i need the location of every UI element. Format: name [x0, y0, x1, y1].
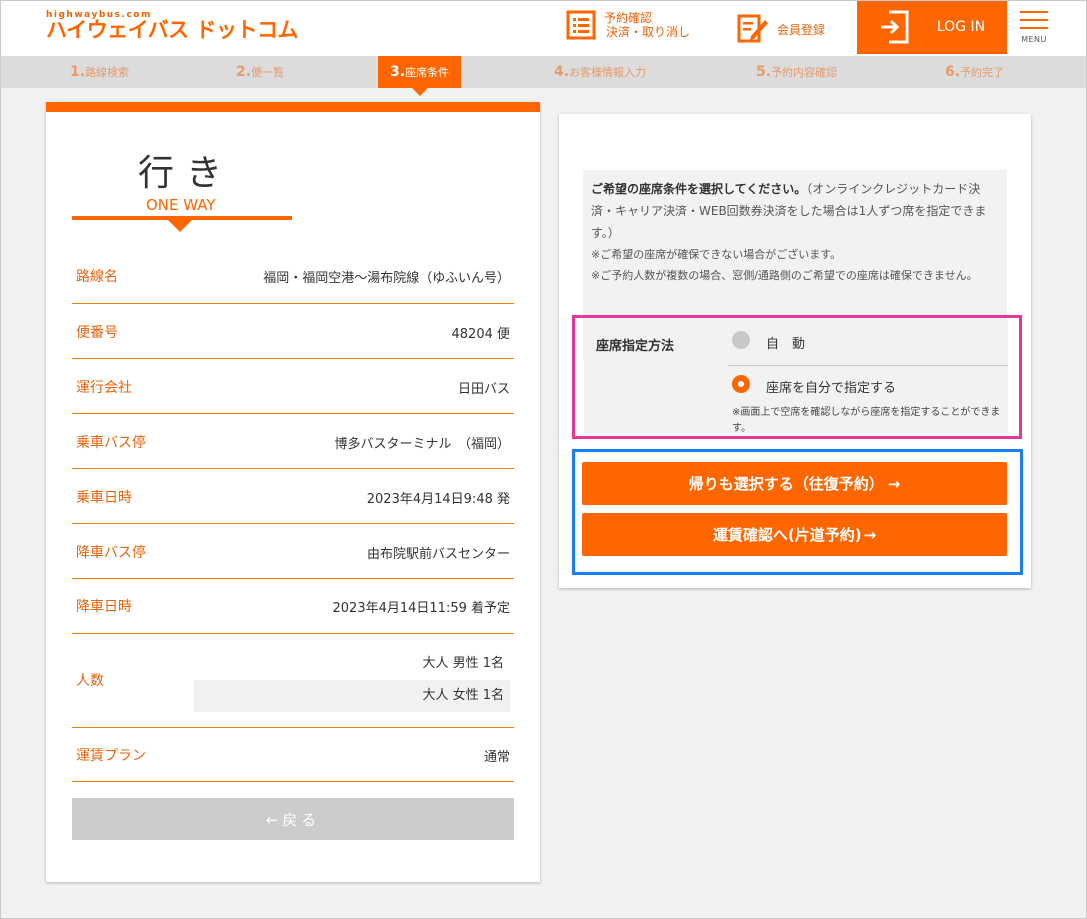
action-buttons-highlight: 帰りも選択する（往復予約） → 運賃確認へ(片道予約) → [572, 449, 1023, 575]
radio-manual[interactable] [732, 375, 750, 393]
seat-method-label: 座席指定方法 [596, 339, 675, 354]
seat-method-panel: 座席指定方法 自 動 座席を自分で指定する ※画面上で空席を確認しながら座席を指… [584, 321, 1008, 433]
login-button[interactable]: LOG IN [857, 0, 1007, 54]
hamburger-icon [1020, 11, 1048, 13]
progress-steps: 1.路線検索 2.便一覧 3.座席条件 4.お客様情報入力 5.予約内容確認 6… [0, 56, 1087, 96]
round-trip-button[interactable]: 帰りも選択する（往復予約） → [582, 462, 1007, 505]
back-button[interactable]: ←戻る [72, 798, 514, 840]
alighting-time-row: 降車日時 2023年4月14日11:59 着予定 [72, 579, 514, 634]
notice-line-1: ※ご希望の座席が確保できない場合がございます。 [591, 248, 842, 261]
direction-title: 行き [138, 153, 235, 194]
arrow-right-icon: → [887, 474, 901, 493]
notice-lead: ご希望の座席条件を選択してください。 [591, 182, 807, 196]
login-icon [880, 10, 909, 44]
notice-line-2: ※ご予約人数が複数の場合、窓側/通路側のご希望での座席は確保できません。 [591, 269, 978, 282]
reserve-link-line2: 決済・取り消し [606, 25, 691, 39]
menu-button[interactable]: MENU [1015, 8, 1053, 50]
list-icon [566, 10, 596, 40]
step-route-search: 1.路線検索 [70, 64, 130, 80]
option-divider [728, 365, 1008, 366]
option-manual-label[interactable]: 座席を自分で指定する [766, 377, 896, 396]
boarding-stop-row: 乗車バス停 博多バスターミナル （福岡） [72, 414, 514, 469]
site-header: highwaybus.com ハイウェイバス ドットコム 予約確認 決済・取り消… [0, 0, 1087, 56]
login-label: LOG IN [936, 19, 986, 35]
round-trip-label: 帰りも選択する（往復予約） [688, 475, 884, 493]
seat-method-highlight: 座席指定方法 自 動 座席を自分で指定する ※画面上で空席を確認しながら座席を指… [572, 315, 1022, 439]
direction-arrow [168, 220, 192, 232]
reserve-link-line1: 予約確認 [604, 11, 653, 25]
logo-title: ハイウェイバス ドットコム [46, 18, 298, 42]
operator-row: 運行会社 日田バス [72, 359, 514, 414]
boarding-time-row: 乗車日時 2023年4月14日9:48 発 [72, 469, 514, 524]
alighting-stop-row: 降車バス停 由布院駅前バスセンター [72, 524, 514, 579]
route-name-row: 路線名 福岡・福岡空港〜湯布院線（ゆふいん号） [72, 248, 514, 304]
edit-document-icon [737, 14, 768, 43]
passenger-item: 大人 男性 1名 [422, 656, 504, 671]
passengers-row: 人数 大人 男性 1名 大人 女性 1名 [72, 634, 514, 728]
site-logo[interactable]: highwaybus.com ハイウェイバス ドットコム [46, 10, 298, 41]
reservation-check-link[interactable]: 予約確認 決済・取り消し [566, 10, 690, 40]
direction-subtitle: ONE WAY [146, 196, 216, 214]
manual-option-note: ※画面上で空席を確認しながら座席を指定することができます。 [732, 407, 1001, 433]
arrow-right-icon: → [863, 525, 877, 544]
radio-auto[interactable] [732, 331, 750, 349]
member-register-label: 会員登録 [777, 23, 826, 37]
step-customer-info: 4.お客様情報入力 [554, 64, 647, 80]
trip-summary-card: 行き ONE WAY 路線名 福岡・福岡空港〜湯布院線（ゆふいん号） 便番号 4… [46, 102, 540, 882]
passenger-item: 大人 女性 1名 [194, 680, 510, 712]
step-seat-conditions: 3.座席条件 [378, 56, 462, 96]
one-way-fare-button[interactable]: 運賃確認へ(片道予約) → [582, 513, 1007, 556]
menu-label: MENU [1021, 35, 1047, 44]
bus-number-row: 便番号 48204 便 [72, 304, 514, 359]
member-register-link[interactable]: 会員登録 [737, 12, 825, 44]
step-confirm: 5.予約内容確認 [756, 64, 838, 80]
step-complete: 6.予約完了 [945, 64, 1005, 80]
option-auto-label[interactable]: 自 動 [766, 333, 805, 352]
fare-plan-row: 運賃プラン 通常 [72, 728, 514, 782]
one-way-label: 運賃確認へ(片道予約) [712, 526, 862, 544]
passenger-list: 大人 男性 1名 大人 女性 1名 [194, 648, 510, 712]
step-bus-list: 2.便一覧 [236, 64, 285, 80]
